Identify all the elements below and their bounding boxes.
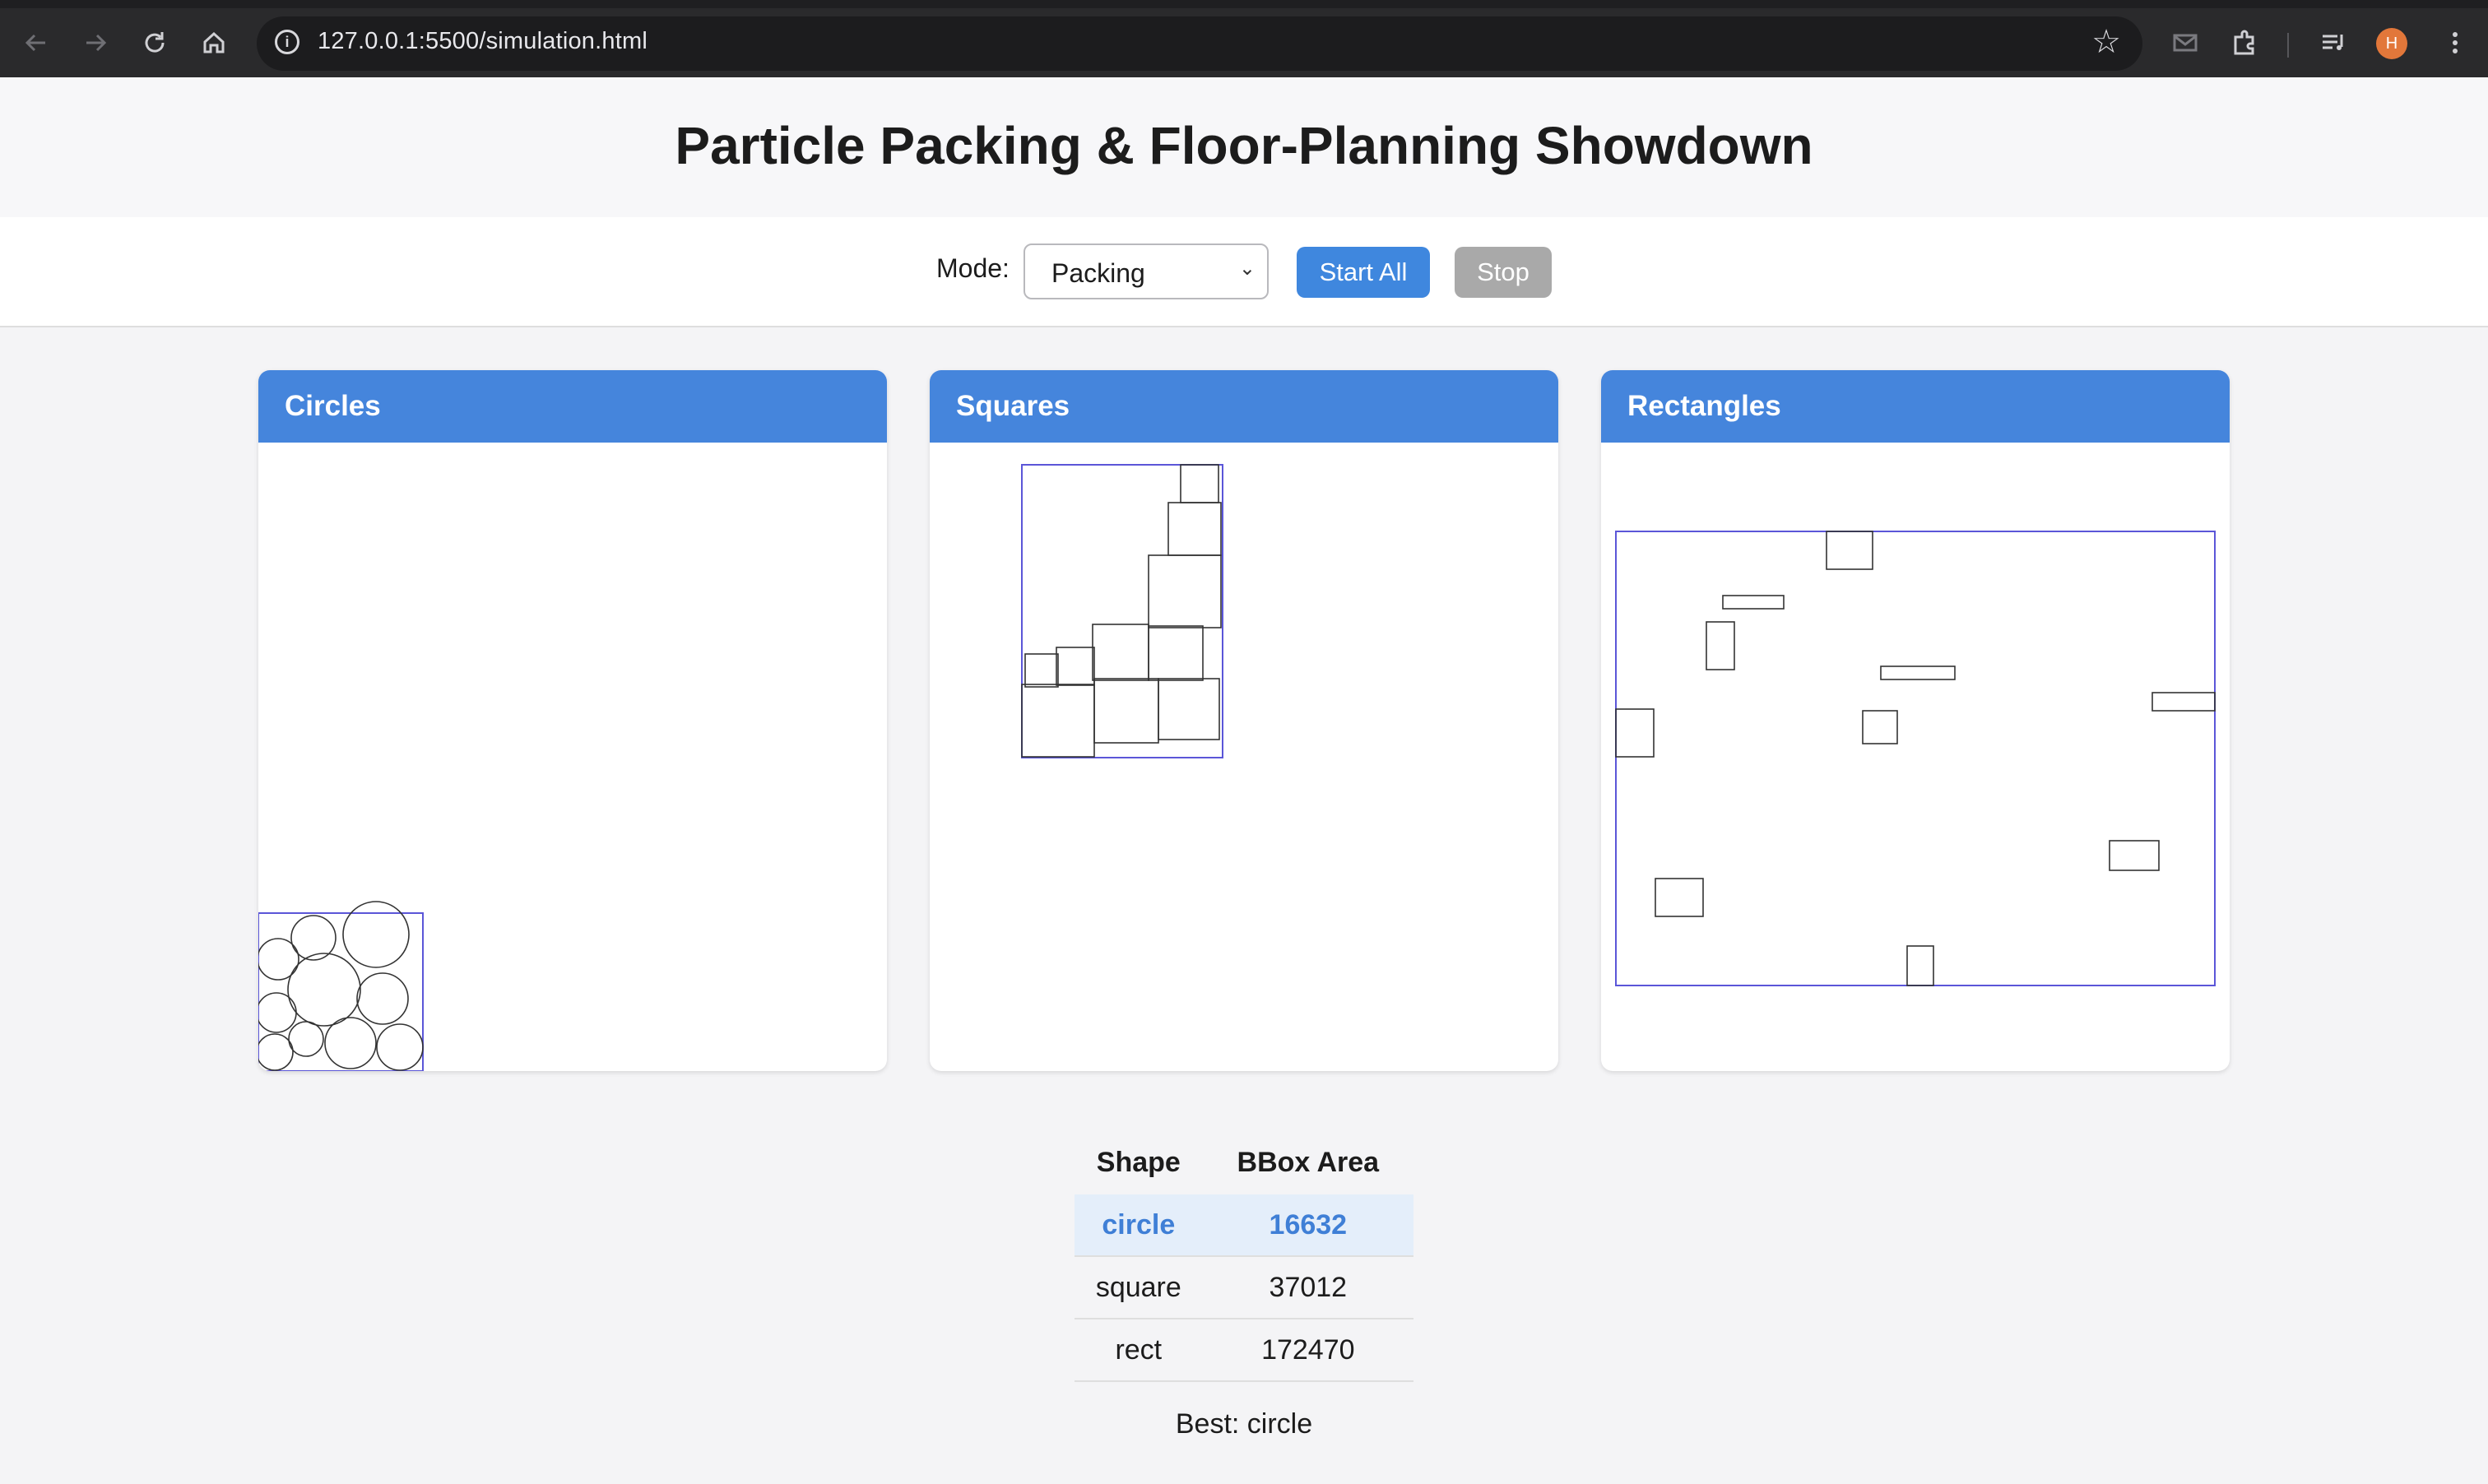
reload-icon[interactable]	[133, 21, 176, 64]
table-header-row: Shape BBox Area	[1075, 1130, 1413, 1194]
page-title: Particle Packing & Floor-Planning Showdo…	[675, 116, 1813, 175]
controls-bar: Mode: Packing ⌄ Start All Stop	[0, 217, 2488, 327]
cell-area: 172470	[1202, 1319, 1413, 1382]
square-particle	[1148, 625, 1204, 681]
circle-particle	[288, 1021, 324, 1057]
rect-particle	[1862, 710, 1898, 744]
browser-toolbar: i 127.0.0.1:5500/simulation.html ☆ H	[0, 0, 2488, 77]
start-all-button[interactable]: Start All	[1297, 247, 1430, 298]
square-particle	[1158, 678, 1220, 740]
mail-icon[interactable]	[2164, 21, 2207, 64]
square-particle	[1056, 647, 1095, 686]
bookmark-star-icon[interactable]: ☆	[2091, 23, 2121, 61]
bounding-box	[258, 912, 424, 1071]
circle-particle	[356, 972, 409, 1025]
rectangles-panel-title: Rectangles	[1627, 390, 1781, 422]
square-particle	[1148, 554, 1222, 628]
squares-canvas	[1021, 464, 1223, 758]
rect-particle	[1722, 595, 1785, 610]
square-particle	[1024, 653, 1059, 688]
squares-panel: Squares	[930, 370, 1558, 1071]
circles-panel-title: Circles	[285, 390, 381, 422]
chevron-down-icon: ⌄	[1238, 257, 1256, 280]
circle-particle	[258, 938, 299, 981]
bounding-box	[1021, 464, 1223, 758]
profile-avatar[interactable]: H	[2376, 28, 2407, 59]
cell-area: 37012	[1202, 1256, 1413, 1319]
page-header: Particle Packing & Floor-Planning Showdo…	[0, 77, 2488, 217]
rect-particle	[1615, 708, 1655, 758]
address-bar[interactable]: i 127.0.0.1:5500/simulation.html ☆	[257, 16, 2142, 71]
info-icon[interactable]: i	[275, 30, 299, 54]
cell-shape: rect	[1075, 1319, 1203, 1382]
rect-particle	[1826, 531, 1873, 570]
rect-particle	[1706, 621, 1735, 670]
page: Particle Packing & Floor-Planning Showdo…	[0, 77, 2488, 1484]
rect-particle	[2151, 692, 2216, 712]
toolbar-separator	[2287, 33, 2289, 58]
rect-particle	[2109, 840, 2160, 871]
circle-particle	[342, 901, 410, 968]
column-header-bbox-area: BBox Area	[1237, 1146, 1380, 1178]
table-row-best: circle 16632	[1075, 1194, 1413, 1257]
mode-label: Mode:	[936, 253, 1010, 283]
table-row: square 37012	[1075, 1256, 1413, 1319]
circles-panel-header: Circles	[258, 370, 887, 443]
bounding-box	[1615, 531, 2216, 986]
circle-particle	[376, 1023, 424, 1071]
cell-shape: circle	[1075, 1194, 1203, 1257]
rect-particle	[1906, 945, 1934, 986]
rect-particle	[1880, 665, 1956, 680]
menu-icon[interactable]	[2434, 21, 2476, 64]
square-particle	[1021, 684, 1095, 758]
back-icon[interactable]	[15, 21, 58, 64]
rectangles-canvas	[1615, 531, 2216, 986]
squares-panel-title: Squares	[956, 390, 1070, 422]
circle-particle	[287, 953, 361, 1027]
cell-area: 16632	[1202, 1194, 1413, 1257]
rect-particle	[1655, 878, 1704, 917]
rectangles-panel: Rectangles	[1601, 370, 2230, 1071]
square-particle	[1180, 464, 1219, 503]
table-row: rect 172470	[1075, 1319, 1413, 1382]
square-particle	[1093, 678, 1159, 744]
rectangles-panel-header: Rectangles	[1601, 370, 2230, 443]
url-text[interactable]: 127.0.0.1:5500/simulation.html	[318, 28, 648, 55]
mode-select[interactable]: Packing ⌄	[1024, 243, 1269, 299]
circle-particle	[258, 992, 297, 1033]
forward-icon[interactable]	[74, 21, 117, 64]
best-result-text: Best: circle	[1175, 1408, 1313, 1440]
circle-particle	[258, 1033, 294, 1071]
square-particle	[1092, 624, 1149, 681]
cell-shape: square	[1075, 1256, 1203, 1319]
extensions-icon[interactable]	[2223, 21, 2266, 64]
circles-panel: Circles	[258, 370, 887, 1071]
results-table: Shape BBox Area circle 16632 square 3701…	[1075, 1130, 1413, 1382]
media-icon[interactable]	[2312, 21, 2355, 64]
circle-particle	[324, 1017, 377, 1069]
home-icon[interactable]	[193, 21, 235, 64]
square-particle	[1167, 502, 1222, 556]
column-header-shape: Shape	[1096, 1146, 1181, 1178]
stop-button[interactable]: Stop	[1455, 247, 1552, 298]
squares-panel-header: Squares	[930, 370, 1558, 443]
circles-canvas	[258, 901, 424, 1071]
mode-select-value: Packing	[1051, 258, 1145, 288]
